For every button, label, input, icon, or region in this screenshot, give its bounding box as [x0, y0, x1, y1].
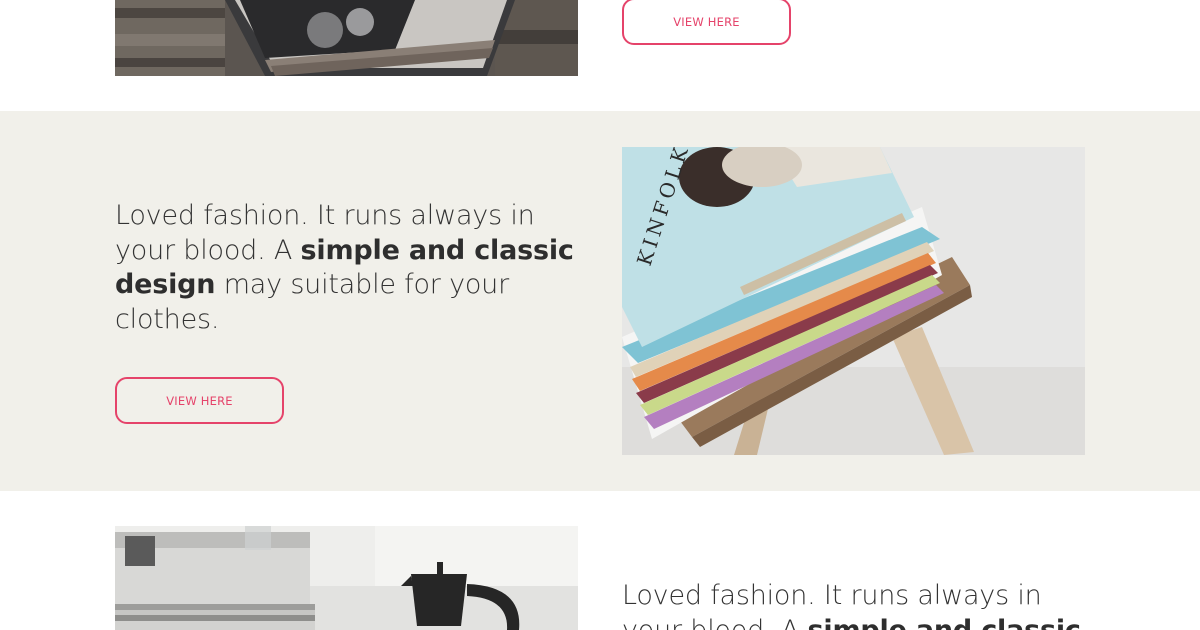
bottom-feature-section: Loved fashion. It runs always in your bl… [0, 491, 1200, 630]
kinfolk-magazine-photo: KINFOLK [622, 147, 1085, 455]
view-here-button-top[interactable]: VIEW HERE [622, 0, 791, 45]
feature-blurb-middle: Loved fashion. It runs always in your bl… [115, 199, 585, 337]
middle-feature-section: Loved fashion. It runs always in your bl… [0, 111, 1200, 491]
blurb-emphasis: simple and classic [807, 614, 1081, 630]
feature-blurb-bottom: Loved fashion. It runs always in your bl… [622, 579, 1092, 630]
top-feature-section: VIEW HERE [0, 0, 1200, 111]
magazine-crate-illustration [115, 0, 578, 76]
magazines-moka-illustration [115, 526, 578, 630]
magazine-crate-photo [115, 0, 578, 76]
view-here-button-middle[interactable]: VIEW HERE [115, 377, 284, 424]
magazine-stool-illustration: KINFOLK [622, 147, 1085, 455]
magazines-moka-pot-photo [115, 526, 578, 630]
